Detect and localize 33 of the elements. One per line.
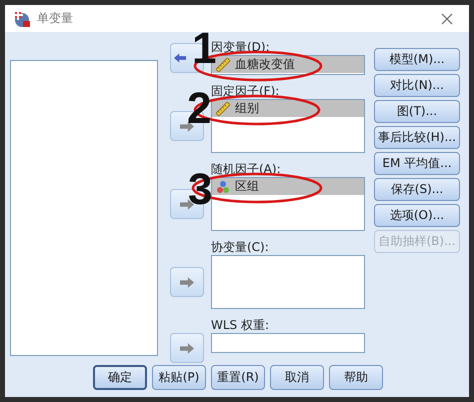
dialog-button[interactable]: 帮助 (329, 365, 383, 390)
dialog-button[interactable]: 确定 (93, 365, 147, 390)
ruler-icon (216, 58, 230, 72)
right-arrow-icon (180, 342, 194, 354)
variable-field[interactable] (211, 333, 365, 353)
field-label: 协变量(C): (211, 240, 270, 255)
left-arrow-icon (174, 52, 186, 64)
dialog-button[interactable]: 对比(N)... (374, 74, 460, 97)
app-icon (13, 10, 31, 28)
close-icon[interactable] (441, 12, 453, 24)
dialog-button[interactable]: 事后比较(H)... (374, 126, 460, 149)
dialog-button[interactable]: 粘贴(P) (152, 365, 206, 390)
dialog-button[interactable]: 模型(M)... (374, 48, 460, 71)
window-title: 单变量 (37, 10, 73, 27)
variable-item[interactable]: 区组 (212, 178, 364, 195)
variable-name: 血糖改变值 (235, 56, 295, 73)
variable-field[interactable] (211, 255, 365, 309)
variable-field[interactable]: 区组 (211, 177, 365, 231)
dialog-button[interactable]: 保存(S)... (374, 178, 460, 201)
right-arrow-icon (180, 276, 194, 288)
dialog-button[interactable]: EM 平均值... (374, 152, 460, 175)
variable-item[interactable]: 组别 (212, 100, 364, 117)
variable-field[interactable]: 组别 (211, 99, 365, 153)
field-label: WLS 权重: (211, 318, 270, 333)
dialog-button[interactable]: 选项(O)... (374, 204, 460, 227)
dialog-button[interactable]: 图(T)... (374, 100, 460, 123)
dialog-button[interactable]: 取消 (270, 365, 324, 390)
dialog-button[interactable]: 重置(R) (211, 365, 265, 390)
variable-list[interactable] (10, 60, 158, 356)
variable-name: 区组 (235, 178, 259, 195)
variable-name: 组别 (235, 100, 259, 117)
circles-icon (216, 180, 230, 194)
ruler-icon (216, 102, 230, 116)
